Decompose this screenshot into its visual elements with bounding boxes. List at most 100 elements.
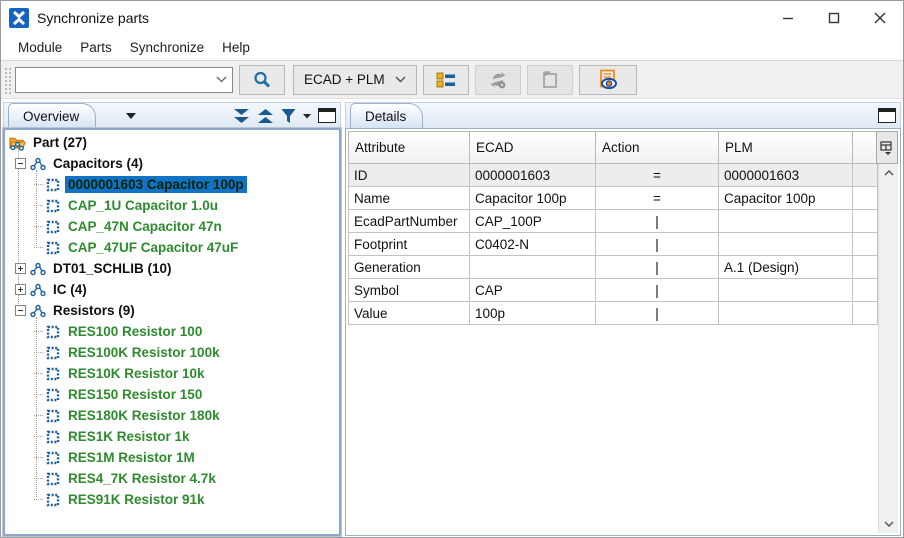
tree-item-resistors[interactable]: Resistors (9) — [7, 300, 339, 321]
tree-item-res91k[interactable]: RES91K Resistor 91k — [7, 489, 339, 510]
filter-icon[interactable] — [281, 108, 296, 124]
search-input[interactable] — [16, 69, 210, 91]
chip-icon — [44, 345, 61, 361]
tree-item-cap-47n[interactable]: CAP_47N Capacitor 47n — [7, 216, 339, 237]
mode-dropdown[interactable]: ECAD + PLM — [293, 65, 417, 95]
tree-item-capacitors[interactable]: Capacitors (4) — [7, 153, 339, 174]
chip-icon — [44, 429, 61, 445]
display-options-button[interactable] — [423, 65, 469, 95]
tree-item-res1k[interactable]: RES1K Resistor 1k — [7, 426, 339, 447]
tree-item-label: RES1M Resistor 1M — [65, 449, 198, 466]
chip-icon — [44, 492, 61, 508]
display-options-icon — [436, 71, 456, 89]
details-table-header: Attribute ECAD Action PLM — [348, 131, 898, 164]
expand-expander-icon[interactable] — [15, 263, 26, 274]
table-row-id[interactable]: ID 0000001603 = 0000001603 — [348, 164, 878, 187]
tree-item-dt01-schlib[interactable]: DT01_SCHLIB (10) — [7, 258, 339, 279]
combo-chevron-icon[interactable] — [210, 76, 232, 83]
tree-item-label: IC (4) — [50, 281, 90, 298]
filter-caret-icon[interactable] — [303, 113, 311, 119]
tree-item-label: RES1K Resistor 1k — [65, 428, 193, 445]
tree-item-label: DT01_SCHLIB (10) — [50, 260, 175, 277]
copy-link-icon — [540, 70, 560, 90]
tree-item-res180k[interactable]: RES180K Resistor 180k — [7, 405, 339, 426]
overview-tabstrip: Overview — [3, 102, 341, 128]
sync-gear-icon — [487, 70, 509, 90]
tree-item-label: RES4_7K Resistor 4.7k — [65, 470, 219, 487]
menu-help[interactable]: Help — [213, 36, 259, 59]
column-chooser-button[interactable] — [876, 131, 898, 164]
overview-maximize-icon[interactable] — [318, 108, 336, 123]
maximize-button[interactable] — [811, 1, 857, 35]
collapse-expander-icon[interactable] — [15, 305, 26, 316]
tree-item-res4-7k[interactable]: RES4_7K Resistor 4.7k — [7, 468, 339, 489]
collapse-expander-icon[interactable] — [15, 158, 26, 169]
tree-item-cap-47uf[interactable]: CAP_47UF Capacitor 47uF — [7, 237, 339, 258]
table-row-generation[interactable]: Generation | A.1 (Design) — [348, 256, 878, 279]
synchronize-parts-window: Synchronize parts Module Parts Synchroni… — [0, 0, 904, 538]
action-pipe: | — [596, 256, 719, 279]
menu-synchronize[interactable]: Synchronize — [121, 36, 213, 59]
collapse-all-icon[interactable] — [257, 108, 274, 124]
action-pipe: | — [596, 302, 719, 325]
copy-link-button[interactable] — [527, 65, 573, 95]
tree-item-label: Part (27) — [30, 134, 90, 151]
tree-item-res100[interactable]: RES100 Resistor 100 — [7, 321, 339, 342]
scroll-up-icon[interactable] — [879, 164, 899, 182]
table-row-symbol[interactable]: Symbol CAP | — [348, 279, 878, 302]
table-row-footprint[interactable]: Footprint C0402-N | — [348, 233, 878, 256]
tree-item-label: RES100K Resistor 100k — [65, 344, 223, 361]
synchronize-button[interactable] — [475, 65, 521, 95]
tab-dropdown-icon[interactable] — [126, 112, 136, 120]
details-tabstrip: Details — [345, 102, 901, 128]
header-ecad[interactable]: ECAD — [470, 131, 596, 164]
table-row-value[interactable]: Value 100p | — [348, 302, 878, 325]
group-molecule-icon — [29, 261, 46, 277]
app-logo-icon — [9, 8, 29, 28]
tree-item-cap-1u[interactable]: CAP_1U Capacitor 1.0u — [7, 195, 339, 216]
minimize-button[interactable] — [765, 1, 811, 35]
chip-icon — [44, 177, 61, 193]
tree-item-label: CAP_47N Capacitor 47n — [65, 218, 225, 235]
tab-overview[interactable]: Overview — [8, 103, 96, 128]
tree-item-0000001603[interactable]: 0000001603 Capacitor 100p — [7, 174, 339, 195]
view-log-button[interactable] — [579, 65, 637, 95]
chip-icon — [44, 366, 61, 382]
close-button[interactable] — [857, 1, 903, 35]
action-equal: = — [596, 187, 719, 210]
action-pipe: | — [596, 279, 719, 302]
search-button[interactable] — [239, 65, 285, 95]
parts-tree: Part (27) Capacitors (4) 0000001603 Capa… — [3, 128, 341, 536]
tab-details[interactable]: Details — [350, 103, 423, 128]
header-plm[interactable]: PLM — [719, 131, 853, 164]
tree-item-res10k[interactable]: RES10K Resistor 10k — [7, 363, 339, 384]
tree-item-label: Capacitors (4) — [50, 155, 146, 172]
menu-parts[interactable]: Parts — [71, 36, 121, 59]
expand-expander-icon[interactable] — [15, 284, 26, 295]
tree-item-res1m[interactable]: RES1M Resistor 1M — [7, 447, 339, 468]
main-area: Overview — [1, 99, 903, 538]
window-title: Synchronize parts — [37, 10, 149, 26]
header-action[interactable]: Action — [596, 131, 719, 164]
tree-item-label: RES10K Resistor 10k — [65, 365, 208, 382]
details-maximize-icon[interactable] — [878, 108, 896, 123]
search-combobox — [15, 67, 233, 93]
column-chooser-icon — [880, 141, 894, 155]
table-row-name[interactable]: Name Capacitor 100p = Capacitor 100p — [348, 187, 878, 210]
tree-item-ic[interactable]: IC (4) — [7, 279, 339, 300]
menu-module[interactable]: Module — [9, 36, 71, 59]
tree-item-label: RES100 Resistor 100 — [65, 323, 205, 340]
tree-item-label: RES91K Resistor 91k — [65, 491, 208, 508]
table-row-ecadpartnumber[interactable]: EcadPartNumber CAP_100P | — [348, 210, 878, 233]
expand-all-icon[interactable] — [233, 108, 250, 124]
tree-item-res100k[interactable]: RES100K Resistor 100k — [7, 342, 339, 363]
menu-bar: Module Parts Synchronize Help — [1, 35, 903, 61]
chip-icon — [44, 240, 61, 256]
tree-item-res150[interactable]: RES150 Resistor 150 — [7, 384, 339, 405]
scroll-down-icon[interactable] — [879, 515, 899, 533]
toolbar-grip[interactable] — [3, 66, 11, 94]
scrollbar-track[interactable] — [879, 182, 898, 515]
header-attribute[interactable]: Attribute — [348, 131, 470, 164]
tree-item-part-root[interactable]: Part (27) — [7, 132, 339, 153]
vertical-scrollbar[interactable] — [878, 164, 898, 533]
